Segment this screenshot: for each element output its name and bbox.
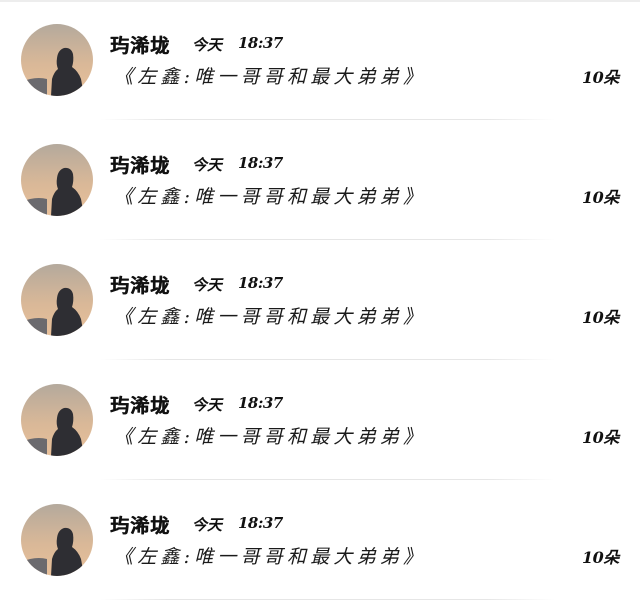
- avatar[interactable]: [21, 144, 93, 216]
- silhouette-sunset-avatar-icon: [21, 384, 93, 456]
- silhouette-sunset-avatar-icon: [21, 504, 93, 576]
- gift-count: 10朵: [582, 428, 619, 447]
- timestamp-time: 18:37: [238, 274, 283, 292]
- avatar[interactable]: [21, 24, 93, 96]
- timestamp-day: 今天: [192, 156, 223, 174]
- work-title[interactable]: 《左鑫:唯一哥哥和最大弟弟》: [114, 422, 426, 449]
- user-name: 玙浠垅: [110, 155, 171, 177]
- avatar[interactable]: [21, 384, 93, 456]
- gift-count: 10朵: [582, 308, 619, 327]
- list-item[interactable]: 玙浠垅 今天 18:37 《左鑫:唯一哥哥和最大弟弟》 10朵: [0, 120, 640, 240]
- timestamp-time: 18:37: [238, 34, 283, 52]
- silhouette-sunset-avatar-icon: [21, 264, 93, 336]
- divider: [100, 599, 555, 600]
- silhouette-sunset-avatar-icon: [21, 144, 93, 216]
- work-title[interactable]: 《左鑫:唯一哥哥和最大弟弟》: [114, 302, 426, 329]
- list-item[interactable]: 玙浠垅 今天 18:37 《左鑫:唯一哥哥和最大弟弟》 10朵: [0, 480, 640, 600]
- list-item[interactable]: 玙浠垅 今天 18:37 《左鑫:唯一哥哥和最大弟弟》 10朵: [0, 360, 640, 480]
- avatar[interactable]: [21, 504, 93, 576]
- avatar[interactable]: [21, 264, 93, 336]
- list-item[interactable]: 玙浠垅 今天 18:37 《左鑫:唯一哥哥和最大弟弟》 10朵: [0, 0, 640, 120]
- gift-count: 10朵: [582, 68, 619, 87]
- list-item[interactable]: 玙浠垅 今天 18:37 《左鑫:唯一哥哥和最大弟弟》 10朵: [0, 240, 640, 360]
- gift-list: 玙浠垅 今天 18:37 《左鑫:唯一哥哥和最大弟弟》 10朵 玙浠垅 今天 1…: [0, 0, 640, 600]
- timestamp-time: 18:37: [238, 154, 283, 172]
- work-title[interactable]: 《左鑫:唯一哥哥和最大弟弟》: [114, 542, 426, 569]
- work-title[interactable]: 《左鑫:唯一哥哥和最大弟弟》: [114, 62, 426, 89]
- user-name: 玙浠垅: [110, 275, 171, 297]
- silhouette-sunset-avatar-icon: [21, 24, 93, 96]
- timestamp-time: 18:37: [238, 394, 283, 412]
- user-name: 玙浠垅: [110, 35, 171, 57]
- timestamp-day: 今天: [192, 396, 223, 414]
- gift-count: 10朵: [582, 188, 619, 207]
- work-title[interactable]: 《左鑫:唯一哥哥和最大弟弟》: [114, 182, 426, 209]
- timestamp-day: 今天: [192, 516, 223, 534]
- timestamp-day: 今天: [192, 276, 223, 294]
- user-name: 玙浠垅: [110, 515, 171, 537]
- timestamp-time: 18:37: [238, 514, 283, 532]
- gift-count: 10朵: [582, 548, 619, 567]
- timestamp-day: 今天: [192, 36, 223, 54]
- user-name: 玙浠垅: [110, 395, 171, 417]
